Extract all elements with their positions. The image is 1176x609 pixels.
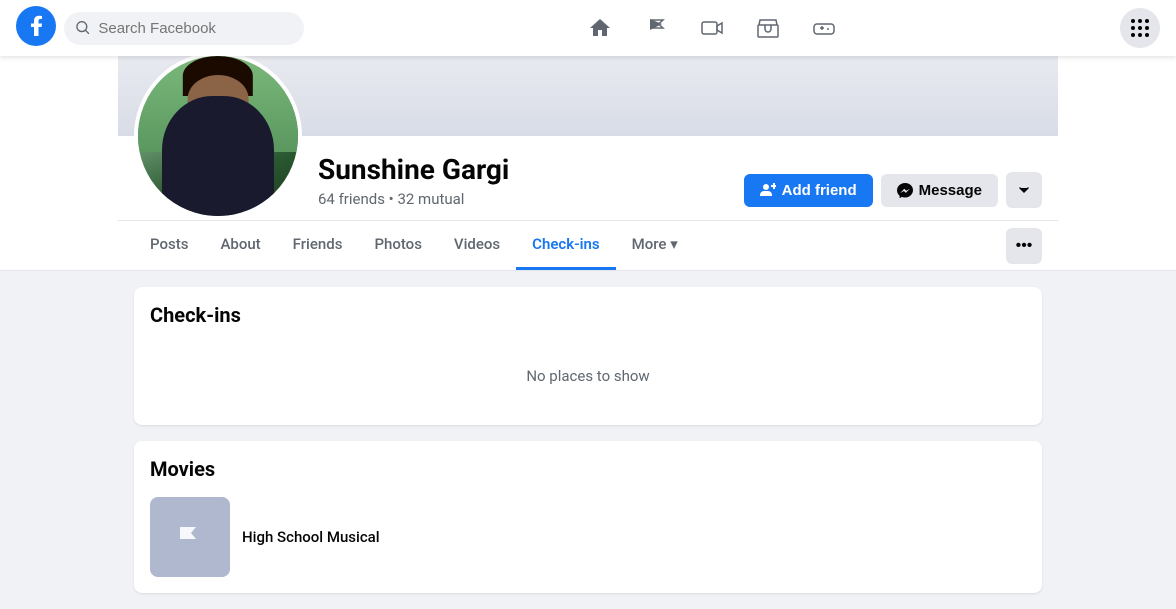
nav-right xyxy=(1120,8,1160,48)
chevron-down-icon xyxy=(1018,184,1030,196)
profile-name: Sunshine Gargi xyxy=(318,153,728,186)
tab-ellipsis-button[interactable]: ••• xyxy=(1006,228,1042,264)
search-input[interactable] xyxy=(98,20,292,37)
profile-area: Sunshine Gargi 64 friends • 32 mutual Ad… xyxy=(0,56,1176,271)
video-nav-button[interactable] xyxy=(688,4,736,52)
checkins-card: Check-ins No places to show xyxy=(134,287,1042,425)
profile-tabs: Posts About Friends Photos Videos Check-… xyxy=(118,220,1058,270)
marketplace-nav-button[interactable] xyxy=(744,4,792,52)
tab-videos[interactable]: Videos xyxy=(438,221,516,270)
profile-details: Sunshine Gargi 64 friends • 32 mutual xyxy=(318,145,728,220)
more-actions-button[interactable] xyxy=(1006,172,1042,208)
tab-posts[interactable]: Posts xyxy=(134,221,204,270)
no-places-message: No places to show xyxy=(150,343,1026,409)
gaming-nav-button[interactable] xyxy=(800,4,848,52)
movie-flag-icon xyxy=(172,519,208,555)
home-nav-button[interactable] xyxy=(576,4,624,52)
message-button[interactable]: Message xyxy=(881,174,998,207)
facebook-logo[interactable] xyxy=(16,6,56,50)
add-friend-button[interactable]: Add friend xyxy=(744,174,873,207)
nav-icons xyxy=(312,4,1112,52)
movie-thumbnail xyxy=(150,497,230,577)
checkins-title: Check-ins xyxy=(150,303,1026,327)
messenger-icon xyxy=(897,182,913,198)
profile-actions: Add friend Message xyxy=(744,172,1042,220)
avatar xyxy=(134,52,302,220)
movie-item: High School Musical xyxy=(150,497,1026,577)
main-content: Check-ins No places to show Movies High … xyxy=(118,271,1058,609)
movies-card: Movies High School Musical xyxy=(134,441,1042,593)
tab-more[interactable]: More ▾ xyxy=(616,221,694,270)
tab-friends[interactable]: Friends xyxy=(277,221,359,270)
add-friend-icon xyxy=(760,182,776,198)
tab-about[interactable]: About xyxy=(204,221,276,270)
movies-title: Movies xyxy=(150,457,1026,481)
tab-photos[interactable]: Photos xyxy=(358,221,437,270)
top-navigation xyxy=(0,0,1176,56)
search-icon xyxy=(76,20,90,36)
search-bar[interactable] xyxy=(64,12,304,45)
menu-grid-button[interactable] xyxy=(1120,8,1160,48)
movie-name: High School Musical xyxy=(242,528,380,546)
flag-nav-button[interactable] xyxy=(632,4,680,52)
profile-info: Sunshine Gargi 64 friends • 32 mutual Ad… xyxy=(118,136,1058,220)
tab-checkins[interactable]: Check-ins xyxy=(516,221,615,270)
profile-friends-count: 64 friends • 32 mutual xyxy=(318,190,728,208)
